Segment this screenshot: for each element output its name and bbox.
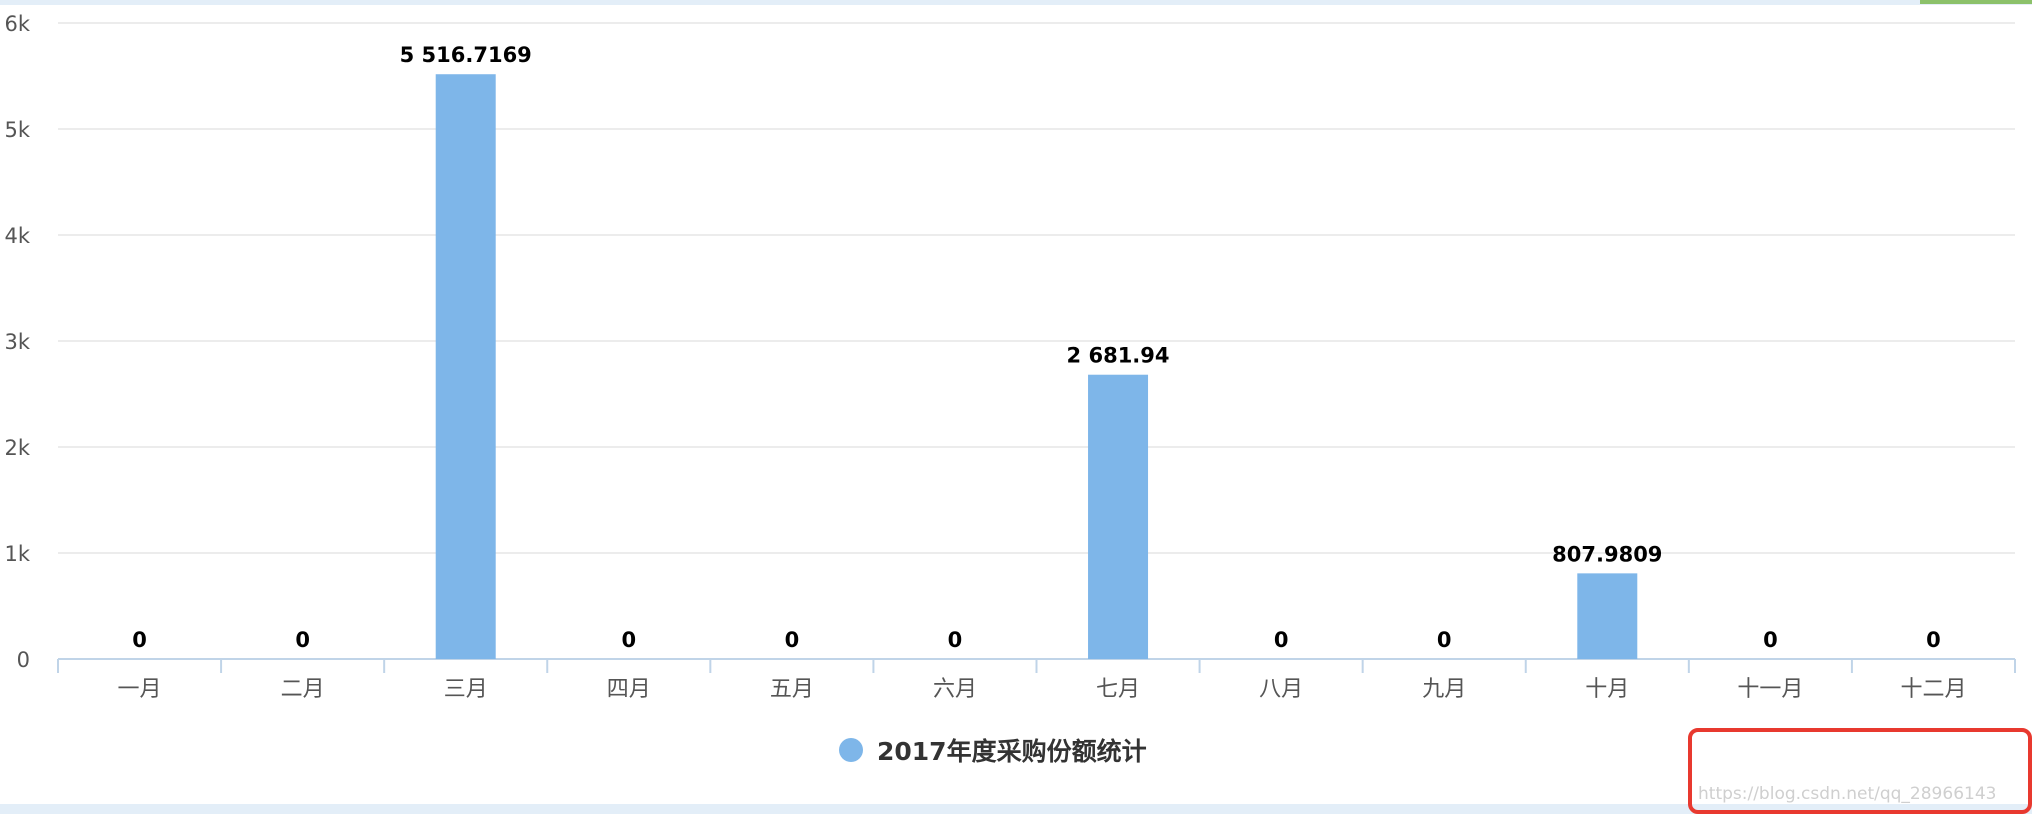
data-label: 0 [621, 628, 636, 652]
x-tick-label: 八月 [1259, 677, 1303, 702]
x-tick-label: 十月 [1585, 677, 1629, 702]
x-tick-label: 二月 [281, 677, 325, 702]
data-label: 807.9809 [1552, 542, 1662, 566]
data-label: 0 [295, 628, 310, 652]
x-tick-label: 三月 [444, 677, 488, 702]
watermark-text: https://blog.csdn.net/qq_28966143 [1698, 784, 1996, 804]
x-tick-label: 七月 [1096, 677, 1140, 702]
data-label: 0 [1926, 628, 1941, 652]
data-label: 2 681.94 [1067, 344, 1170, 368]
x-tick-label: 一月 [118, 677, 162, 702]
y-tick-label: 0 [17, 648, 30, 672]
data-labels: 0 0 5 516.7169 0 0 0 2 681.94 0 0 807.9809 0 0 [132, 43, 1941, 652]
data-label: 0 [1274, 628, 1289, 652]
bar[interactable] [435, 74, 496, 659]
y-tick-label: 4k [4, 224, 30, 248]
x-tick-label: 六月 [933, 677, 977, 702]
bar[interactable] [1577, 573, 1638, 659]
bars [435, 74, 1638, 659]
y-tick-label: 5k [4, 118, 30, 142]
data-label: 0 [132, 628, 147, 652]
legend-marker[interactable] [839, 738, 863, 762]
bar-chart: 0 1k 2k 3k 4k 5k 6k 一月 二月 三月 四月 五月 六月 七月 八月 九月 十月 十一月 十二月… [0, 0, 2032, 814]
y-axis: 0 1k 2k 3k 4k 5k 6k [4, 12, 30, 672]
grid-lines [58, 22, 2015, 554]
x-tick-label: 十二月 [1900, 677, 1966, 702]
y-tick-label: 3k [4, 330, 30, 354]
x-tick-label: 九月 [1422, 677, 1466, 702]
legend-label[interactable]: 2017年度采购份额统计 [877, 737, 1147, 766]
top-right-accent [1920, 0, 2032, 4]
x-tick-label: 四月 [607, 677, 651, 702]
bar[interactable] [1088, 374, 1149, 659]
x-axis: 一月 二月 三月 四月 五月 六月 七月 八月 九月 十月 十一月 十二月 [57, 658, 2016, 702]
watermark: https://blog.csdn.net/qq_28966143 [1688, 728, 2032, 814]
data-label: 0 [1437, 628, 1452, 652]
y-tick-label: 2k [4, 436, 30, 460]
legend[interactable]: 2017年度采购份额统计 [839, 737, 1147, 766]
data-label: 0 [948, 628, 963, 652]
chart-page: 0 1k 2k 3k 4k 5k 6k 一月 二月 三月 四月 五月 六月 七月 八月 九月 十月 十一月 十二月… [0, 0, 2032, 814]
data-label: 0 [1763, 628, 1778, 652]
top-frame-border [0, 0, 2032, 5]
data-label: 5 516.7169 [400, 43, 532, 67]
x-tick-label: 十一月 [1737, 677, 1803, 702]
y-tick-label: 6k [4, 12, 30, 36]
x-tick-label: 五月 [770, 677, 814, 702]
y-tick-label: 1k [4, 542, 30, 566]
data-label: 0 [785, 628, 800, 652]
